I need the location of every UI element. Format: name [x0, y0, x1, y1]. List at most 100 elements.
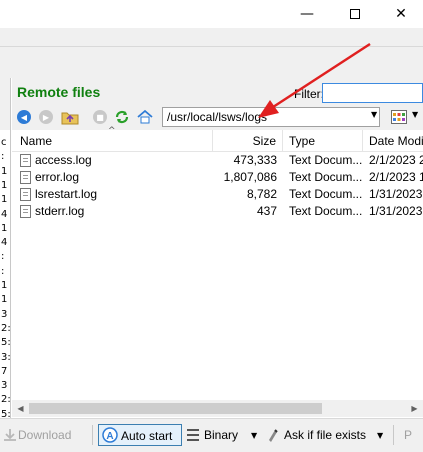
local-files-panel[interactable]: c:111414::1132:5:3:732:5:4:: [0, 78, 11, 418]
transfer-mode-binary[interactable]: Binary: [186, 424, 238, 446]
filter-label: Filter:: [294, 87, 324, 101]
parent-folder-button[interactable]: [61, 108, 79, 126]
file-date: 1/31/2023: [369, 204, 423, 218]
file-name: lsrestart.log: [35, 187, 98, 201]
local-file-fragment: 1: [1, 194, 8, 206]
download-button[interactable]: Download: [18, 424, 71, 446]
window-titlebar: — ✕: [0, 0, 423, 28]
local-file-fragment: 3: [1, 308, 8, 320]
column-header-type[interactable]: Type: [283, 130, 363, 152]
file-date: 2/1/2023 1: [369, 170, 423, 184]
column-header-date-modified[interactable]: Date Modifi: [363, 130, 423, 152]
column-header-size[interactable]: Size: [213, 130, 283, 152]
remote-panel-header: Remote files Filter: ◀ ▶ ■ /usr/local/ls…: [12, 78, 423, 130]
file-type: Text Docum...: [289, 204, 363, 218]
local-file-fragment: 7: [1, 365, 8, 377]
horizontal-scrollbar[interactable]: ◀ ▶: [12, 400, 423, 417]
local-file-fragment: 5:: [1, 408, 11, 418]
remote-panel-title: Remote files: [17, 84, 101, 100]
local-file-fragment: 2:: [1, 394, 11, 406]
text-file-icon: [20, 154, 31, 167]
view-mode-icon: [391, 110, 407, 124]
file-type: Text Docum...: [289, 153, 363, 167]
local-file-fragment: :: [1, 265, 5, 277]
local-file-fragment: 1: [1, 280, 8, 291]
file-type: Text Docum...: [289, 187, 363, 201]
file-exists-action[interactable]: Ask if file exists: [266, 424, 366, 446]
file-size: 473,333: [233, 153, 277, 167]
close-button[interactable]: ✕: [378, 0, 423, 28]
remote-path-combobox[interactable]: /usr/local/lsws/logs: [162, 107, 380, 127]
scrollbar-thumb[interactable]: [29, 403, 322, 414]
local-file-fragment: 5:: [1, 337, 11, 349]
menu-band: [0, 28, 423, 46]
back-icon: ◀: [17, 110, 31, 124]
view-mode-dropdown-icon[interactable]: ▼: [412, 110, 418, 119]
local-file-fragment: 4: [1, 208, 8, 220]
file-name: stderr.log: [35, 204, 85, 218]
toolbar-separator: [92, 425, 93, 445]
local-file-fragment: 1: [1, 179, 8, 191]
file-row[interactable]: lsrestart.log 8,782 Text Docum... 1/31/2…: [12, 186, 423, 203]
svg-text:A: A: [106, 431, 113, 442]
transfer-toolbar: Download A Auto start Binary ▼ Ask if fi…: [0, 418, 423, 452]
file-list-header: Name ^ Size Type Date Modifi: [12, 126, 423, 152]
file-size: 437: [256, 204, 277, 218]
file-date: 1/31/2023: [369, 187, 423, 201]
binary-mode-icon: [187, 429, 199, 441]
refresh-icon: [115, 110, 129, 124]
toolbar-separator: [393, 425, 394, 445]
minimize-button[interactable]: —: [284, 0, 330, 28]
scroll-right-icon[interactable]: ▶: [406, 400, 423, 417]
file-date: 2/1/2023 2: [369, 153, 423, 167]
remote-files-panel: Remote files Filter: ◀ ▶ ■ /usr/local/ls…: [12, 78, 423, 418]
ask-if-exists-label: Ask if file exists: [284, 428, 367, 442]
auto-start-label: Auto start: [121, 429, 173, 443]
ask-overwrite-icon: [269, 429, 278, 442]
local-file-fragment: 4: [1, 237, 8, 249]
sort-ascending-icon: ^: [108, 126, 116, 136]
file-name: error.log: [35, 170, 80, 184]
back-button[interactable]: ◀: [15, 108, 33, 126]
home-icon: [137, 109, 153, 124]
maximize-button[interactable]: [332, 0, 378, 28]
home-button[interactable]: [136, 108, 154, 126]
local-file-fragment: 1: [1, 294, 8, 306]
maximize-icon: [350, 9, 360, 19]
download-icon: [4, 429, 16, 441]
auto-start-icon: A: [102, 427, 118, 443]
local-panel-header: [0, 78, 10, 130]
file-size: 1,807,086: [223, 170, 277, 184]
file-exists-dropdown-icon[interactable]: ▼: [377, 431, 383, 440]
view-mode-button[interactable]: [389, 107, 409, 127]
local-file-fragment: c: [1, 137, 7, 148]
preferences-button[interactable]: P: [404, 424, 412, 446]
stop-icon: ■: [93, 110, 107, 124]
refresh-button[interactable]: [113, 108, 131, 126]
local-file-fragment: :: [1, 251, 5, 263]
binary-dropdown-icon[interactable]: ▼: [251, 431, 257, 440]
file-list: access.log 473,333 Text Docum... 2/1/202…: [12, 152, 423, 220]
local-file-fragment: 1: [1, 222, 8, 234]
file-row[interactable]: access.log 473,333 Text Docum... 2/1/202…: [12, 152, 423, 169]
file-size: 8,782: [246, 187, 277, 201]
file-row[interactable]: error.log 1,807,086 Text Docum... 2/1/20…: [12, 169, 423, 186]
file-name: access.log: [35, 153, 92, 167]
toolbar-band: [0, 46, 423, 78]
local-file-fragment: 2:: [1, 322, 11, 334]
file-type: Text Docum...: [289, 170, 363, 184]
local-file-fragment: 3:: [1, 351, 11, 363]
text-file-icon: [20, 171, 31, 184]
path-dropdown-icon[interactable]: ▼: [371, 110, 377, 119]
binary-label: Binary: [204, 428, 239, 442]
file-row[interactable]: stderr.log 437 Text Docum... 1/31/2023: [12, 203, 423, 220]
local-file-fragment: 1: [1, 165, 8, 177]
forward-icon: ▶: [39, 110, 53, 124]
forward-button[interactable]: ▶: [37, 108, 55, 126]
filter-input[interactable]: [322, 83, 423, 103]
parent-folder-icon: [61, 112, 79, 125]
local-file-fragment: 3: [1, 380, 8, 392]
scroll-left-icon[interactable]: ◀: [12, 400, 29, 417]
stop-button[interactable]: ■: [91, 108, 109, 126]
auto-start-toggle[interactable]: A Auto start: [98, 424, 182, 446]
